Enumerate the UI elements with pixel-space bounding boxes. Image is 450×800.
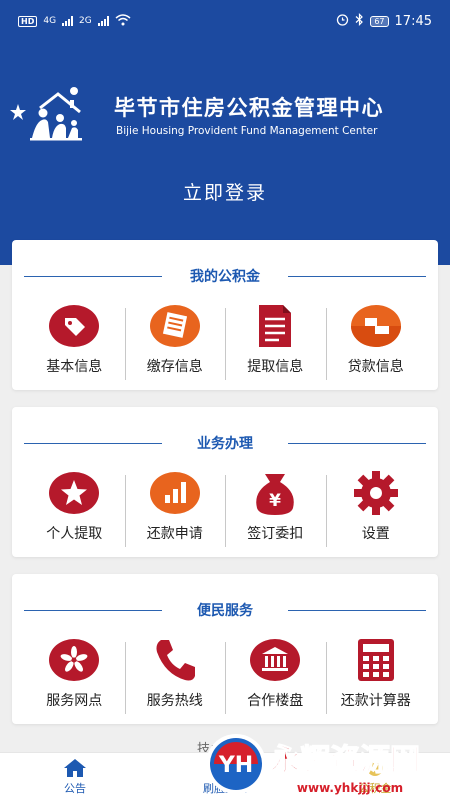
- menu-item-repayment-apply[interactable]: 还款申请: [124, 469, 226, 547]
- brand-block: 毕节市住房公积金管理中心 Bijie Housing Provident Fun…: [10, 86, 450, 146]
- menu-item-label: 基本信息: [46, 359, 103, 375]
- card-business: 业务办理 个人提取 还款申请 ¥ 签订委扣 设置: [12, 407, 438, 557]
- brand-title-en: Bijie Housing Provident Fund Management …: [116, 125, 378, 137]
- menu-item-sign-debit[interactable]: ¥ 签订委扣: [225, 469, 326, 547]
- money-bag-icon: ¥: [248, 469, 302, 517]
- calculator-icon: [349, 636, 403, 684]
- loan-icon: [349, 302, 403, 350]
- file-icon: [248, 302, 302, 350]
- menu-item-loan-info[interactable]: 贷款信息: [325, 302, 427, 380]
- menu-item-label: 服务热线: [146, 693, 203, 709]
- bar-chart-icon: [148, 469, 202, 517]
- network-label-1: 4G: [43, 16, 57, 26]
- signal-icon: [62, 16, 74, 26]
- menu-item-settings[interactable]: 设置: [325, 469, 427, 547]
- title-divider-right: [288, 610, 426, 611]
- menu-item-label: 还款申请: [146, 526, 203, 542]
- card-convenience: 便民服务 服务网点 服务热线 合作楼盘 还款计算器: [12, 574, 438, 724]
- menu-item-withdraw-info[interactable]: 提取信息: [225, 302, 326, 380]
- menu-item-personal-withdraw[interactable]: 个人提取: [24, 469, 125, 547]
- title-divider-right: [288, 443, 426, 444]
- network-label-2: 2G: [79, 16, 92, 26]
- menu-item-label: 设置: [361, 526, 390, 542]
- alarm-icon: [336, 13, 349, 30]
- status-bar: HD 4G 2G 67 17:45: [0, 0, 450, 42]
- menu-item-label: 缴存信息: [146, 359, 203, 375]
- title-divider-right: [288, 276, 426, 277]
- menu-item-partner-estates[interactable]: 合作楼盘: [225, 636, 326, 714]
- header-banner: HD 4G 2G 67 17:45 毕节市住房公积金管理中心 Bijie Hou…: [0, 0, 450, 265]
- star-icon: [47, 469, 101, 517]
- flower-icon: [47, 636, 101, 684]
- home-icon: [64, 758, 86, 777]
- wifi-icon: [115, 13, 131, 29]
- svg-text:YH: YH: [218, 753, 253, 778]
- menu-item-label: 合作楼盘: [247, 693, 304, 709]
- battery-icon: 67: [370, 15, 389, 27]
- menu-item-service-hotline[interactable]: 服务热线: [124, 636, 226, 714]
- svg-text:www.yhkjjj.com: www.yhkjjj.com: [297, 781, 403, 795]
- nav-label: 公告: [64, 781, 86, 795]
- menu-item-label: 个人提取: [46, 526, 103, 542]
- svg-text:¥: ¥: [269, 491, 281, 511]
- logo-icon: [10, 87, 82, 141]
- menu-item-label: 还款计算器: [340, 693, 411, 709]
- bank-building-icon: [248, 636, 302, 684]
- clock-time: 17:45: [394, 13, 432, 29]
- menu-item-label: 贷款信息: [347, 359, 404, 375]
- hd-badge: HD: [18, 15, 38, 27]
- menu-item-deposit-info[interactable]: 缴存信息: [124, 302, 226, 380]
- login-button[interactable]: 立即登录: [0, 178, 450, 205]
- menu-item-label: 签订委扣: [247, 526, 304, 542]
- menu-item-basic-info[interactable]: 基本信息: [24, 302, 125, 380]
- tag-icon: [47, 302, 101, 350]
- menu-item-repayment-calculator[interactable]: 还款计算器: [325, 636, 427, 714]
- document-list-icon: [148, 302, 202, 350]
- nav-announcement[interactable]: 公告: [0, 753, 150, 800]
- watermark-logo: YH 永辉资源网 www.yhkjjj.com: [206, 734, 421, 795]
- menu-item-label: 服务网点: [46, 693, 103, 709]
- menu-item-service-outlets[interactable]: 服务网点: [24, 636, 125, 714]
- svg-text:永辉资源网: 永辉资源网: [270, 743, 420, 778]
- phone-icon: [148, 636, 202, 684]
- brand-title-cn: 毕节市住房公积金管理中心: [114, 96, 384, 120]
- gear-icon: [349, 469, 403, 517]
- signal-icon-2: [97, 16, 109, 26]
- bluetooth-icon: [355, 12, 364, 30]
- menu-item-label: 提取信息: [247, 359, 304, 375]
- card-my-fund: 我的公积金 基本信息 缴存信息 提取信息 贷款信息: [12, 240, 438, 390]
